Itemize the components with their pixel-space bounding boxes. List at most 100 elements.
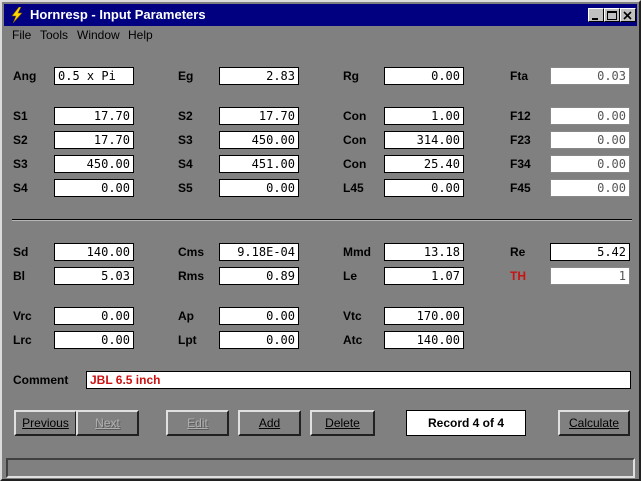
previous-button-label: Previous xyxy=(22,416,69,430)
input-ang[interactable]: 0.5 x Pi xyxy=(54,67,134,85)
section-divider xyxy=(12,219,632,221)
input-rms[interactable]: 0.89 xyxy=(219,267,299,285)
label-s2b: S2 xyxy=(178,109,193,123)
minimize-button[interactable] xyxy=(588,8,604,22)
label-atc: Atc xyxy=(343,333,363,347)
label-re: Re xyxy=(510,245,526,259)
input-l45[interactable]: 0.00 xyxy=(384,179,464,197)
label-f45: F45 xyxy=(510,181,531,195)
edit-button[interactable]: Edit xyxy=(166,410,229,436)
window-title: Hornresp - Input Parameters xyxy=(30,7,206,22)
label-s5: S5 xyxy=(178,181,193,195)
comment-label: Comment xyxy=(13,373,69,387)
delete-button[interactable]: Delete xyxy=(310,410,375,436)
label-s3b: S3 xyxy=(178,133,193,147)
label-th: TH xyxy=(510,269,526,283)
label-rg: Rg xyxy=(343,69,359,83)
menu-bar: File Tools Window Help xyxy=(4,26,637,44)
input-s1[interactable]: 17.70 xyxy=(54,107,134,125)
label-con2: Con xyxy=(343,133,367,147)
input-sd[interactable]: 140.00 xyxy=(54,243,134,261)
input-s3b[interactable]: 450.00 xyxy=(219,131,299,149)
delete-button-label: Delete xyxy=(325,416,360,430)
input-f12[interactable]: 0.00 xyxy=(550,107,630,125)
maximize-icon xyxy=(607,11,617,20)
label-f34: F34 xyxy=(510,157,531,171)
menu-window[interactable]: Window xyxy=(77,27,120,43)
input-lpt[interactable]: 0.00 xyxy=(219,331,299,349)
input-f23[interactable]: 0.00 xyxy=(550,131,630,149)
label-s2: S2 xyxy=(13,133,28,147)
label-l45: L45 xyxy=(343,181,364,195)
label-s3: S3 xyxy=(13,157,28,171)
menu-file[interactable]: File xyxy=(12,27,31,43)
next-button[interactable]: Next xyxy=(76,410,139,436)
label-bl: Bl xyxy=(13,269,25,283)
label-sd: Sd xyxy=(13,245,29,259)
input-eg[interactable]: 2.83 xyxy=(219,67,299,85)
input-fta[interactable]: 0.03 xyxy=(550,67,630,85)
label-lrc: Lrc xyxy=(13,333,32,347)
input-atc[interactable]: 140.00 xyxy=(384,331,464,349)
label-eg: Eg xyxy=(178,69,194,83)
previous-button[interactable]: Previous xyxy=(14,410,77,436)
label-ang: Ang xyxy=(13,69,37,83)
label-s4: S4 xyxy=(13,181,28,195)
input-le[interactable]: 1.07 xyxy=(384,267,464,285)
label-rms: Rms xyxy=(178,269,205,283)
input-ap[interactable]: 0.00 xyxy=(219,307,299,325)
input-con2[interactable]: 314.00 xyxy=(384,131,464,149)
label-s4b: S4 xyxy=(178,157,193,171)
input-con1[interactable]: 1.00 xyxy=(384,107,464,125)
input-f45[interactable]: 0.00 xyxy=(550,179,630,197)
input-f34[interactable]: 0.00 xyxy=(550,155,630,173)
input-th[interactable]: 1 xyxy=(550,267,630,285)
label-s1: S1 xyxy=(13,109,28,123)
input-s3[interactable]: 450.00 xyxy=(54,155,134,173)
title-bar[interactable]: Hornresp - Input Parameters xyxy=(4,4,637,26)
label-f12: F12 xyxy=(510,109,531,123)
label-con1: Con xyxy=(343,109,367,123)
input-mmd[interactable]: 13.18 xyxy=(384,243,464,261)
minimize-icon xyxy=(592,18,598,20)
calculate-button[interactable]: Calculate xyxy=(558,410,630,436)
input-con3[interactable]: 25.40 xyxy=(384,155,464,173)
close-icon xyxy=(623,11,632,20)
input-vrc[interactable]: 0.00 xyxy=(54,307,134,325)
label-con3: Con xyxy=(343,157,367,171)
label-vrc: Vrc xyxy=(13,309,32,323)
input-s2[interactable]: 17.70 xyxy=(54,131,134,149)
input-s2b[interactable]: 17.70 xyxy=(219,107,299,125)
main-window: Hornresp - Input Parameters File Tools W… xyxy=(0,0,641,481)
label-f23: F23 xyxy=(510,133,531,147)
calculate-button-label: Calculate xyxy=(568,416,620,430)
label-vtc: Vtc xyxy=(343,309,362,323)
lightning-bolt-icon xyxy=(11,7,23,23)
input-lrc[interactable]: 0.00 xyxy=(54,331,134,349)
input-s5[interactable]: 0.00 xyxy=(219,179,299,197)
record-indicator: Record 4 of 4 xyxy=(406,410,526,436)
add-button[interactable]: Add xyxy=(238,410,301,436)
input-s4b[interactable]: 451.00 xyxy=(219,155,299,173)
menu-tools[interactable]: Tools xyxy=(40,27,68,43)
label-le: Le xyxy=(343,269,358,283)
input-re[interactable]: 5.42 xyxy=(550,243,630,261)
input-bl[interactable]: 5.03 xyxy=(54,267,134,285)
input-vtc[interactable]: 170.00 xyxy=(384,307,464,325)
menu-help[interactable]: Help xyxy=(128,27,153,43)
next-button-label: Next xyxy=(95,416,120,430)
label-mmd: Mmd xyxy=(343,245,371,259)
input-s4[interactable]: 0.00 xyxy=(54,179,134,197)
input-cms[interactable]: 9.18E-04 xyxy=(219,243,299,261)
maximize-button[interactable] xyxy=(604,8,620,22)
label-fta: Fta xyxy=(510,69,528,83)
add-button-label: Add xyxy=(258,416,281,430)
edit-button-label: Edit xyxy=(187,416,208,430)
label-lpt: Lpt xyxy=(178,333,197,347)
close-button[interactable] xyxy=(620,8,636,22)
status-bar xyxy=(6,458,635,478)
label-ap: Ap xyxy=(178,309,194,323)
input-rg[interactable]: 0.00 xyxy=(384,67,464,85)
comment-field[interactable]: JBL 6.5 inch xyxy=(86,371,631,389)
label-cms: Cms xyxy=(178,245,205,259)
